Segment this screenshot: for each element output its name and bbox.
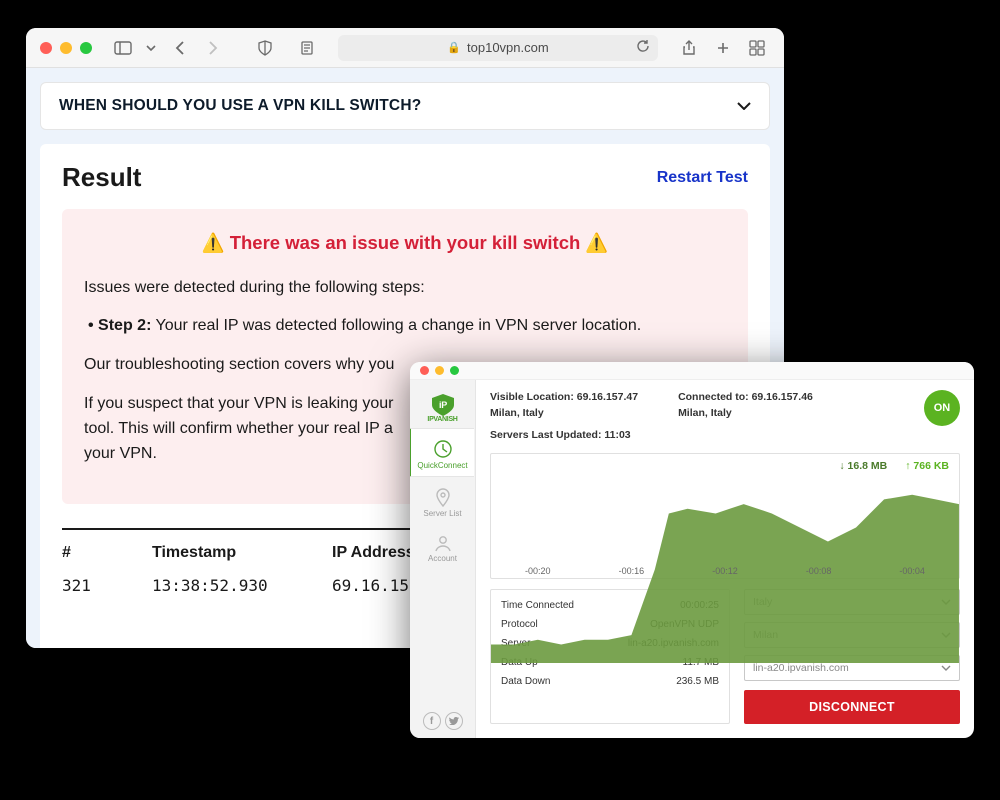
- sidebar-item-serverlist[interactable]: Server List: [410, 477, 476, 524]
- alert-step: Step 2: Your real IP was detected follow…: [88, 314, 726, 339]
- chevron-down-icon: [737, 97, 751, 115]
- upload-total: ↑ 766 KB: [905, 460, 949, 472]
- vpn-header: Visible Location: 69.16.157.47 Milan, It…: [476, 380, 974, 443]
- alert-intro: Issues were detected during the followin…: [84, 276, 726, 301]
- vpn-main: Visible Location: 69.16.157.47 Milan, It…: [476, 380, 974, 738]
- visible-location: Visible Location: 69.16.157.47 Milan, It…: [490, 390, 638, 443]
- new-tab-icon[interactable]: [710, 36, 736, 60]
- result-title: Result: [62, 162, 141, 193]
- reload-icon[interactable]: [636, 39, 650, 56]
- shield-icon[interactable]: [252, 36, 278, 60]
- facebook-icon[interactable]: f: [423, 712, 441, 730]
- close-icon[interactable]: [420, 366, 429, 375]
- disconnect-button[interactable]: DISCONNECT: [744, 690, 960, 724]
- address-text: top10vpn.com: [467, 40, 549, 55]
- vpn-sidebar: iP IPVANISH QuickConnect Server List Acc…: [410, 380, 476, 738]
- svg-text:iP: iP: [439, 400, 447, 410]
- graph-x-ticks: -00:20 -00:16 -00:12 -00:08 -00:04: [491, 566, 959, 576]
- status-badge: ON: [924, 390, 960, 426]
- vpn-titlebar: [410, 362, 974, 380]
- restart-test-link[interactable]: Restart Test: [657, 169, 748, 187]
- minimize-icon[interactable]: [435, 366, 444, 375]
- connected-to: Connected to: 69.16.157.46 Milan, Italy: [678, 390, 813, 422]
- fullscreen-icon[interactable]: [80, 42, 92, 54]
- col-timestamp: Timestamp: [152, 544, 302, 562]
- alert-banner: ⚠️ There was an issue with your kill swi…: [84, 229, 726, 258]
- chevron-down-icon[interactable]: [144, 36, 158, 60]
- faq-accordion[interactable]: WHEN SHOULD YOU USE A VPN KILL SWITCH?: [40, 82, 770, 130]
- share-icon[interactable]: [676, 36, 702, 60]
- reader-icon[interactable]: [294, 36, 320, 60]
- col-num: #: [62, 544, 122, 562]
- alert-step-label: Step 2:: [98, 317, 151, 334]
- ipvanish-logo: iP IPVANISH: [418, 388, 468, 428]
- lock-icon: 🔒: [447, 41, 461, 54]
- window-controls[interactable]: [40, 42, 92, 54]
- sidebar-item-quickconnect[interactable]: QuickConnect: [410, 428, 474, 477]
- fullscreen-icon[interactable]: [450, 366, 459, 375]
- twitter-icon[interactable]: [445, 712, 463, 730]
- close-icon[interactable]: [40, 42, 52, 54]
- throughput-graph: ↓ 16.8 MB ↑ 766 KB -00:20 -00:16 -00:12 …: [490, 453, 960, 579]
- browser-titlebar: 🔒 top10vpn.com: [26, 28, 784, 68]
- minimize-icon[interactable]: [60, 42, 72, 54]
- accordion-title: WHEN SHOULD YOU USE A VPN KILL SWITCH?: [59, 97, 421, 115]
- forward-button[interactable]: [200, 36, 226, 60]
- sidebar-toggle-icon[interactable]: [110, 36, 136, 60]
- address-bar[interactable]: 🔒 top10vpn.com: [338, 35, 658, 61]
- ipvanish-window: iP IPVANISH QuickConnect Server List Acc…: [410, 362, 974, 738]
- alert-step-text: Your real IP was detected following a ch…: [151, 317, 641, 334]
- download-total: ↓ 16.8 MB: [839, 460, 887, 472]
- back-button[interactable]: [166, 36, 192, 60]
- tabs-overview-icon[interactable]: [744, 36, 770, 60]
- sidebar-item-account[interactable]: Account: [410, 524, 476, 569]
